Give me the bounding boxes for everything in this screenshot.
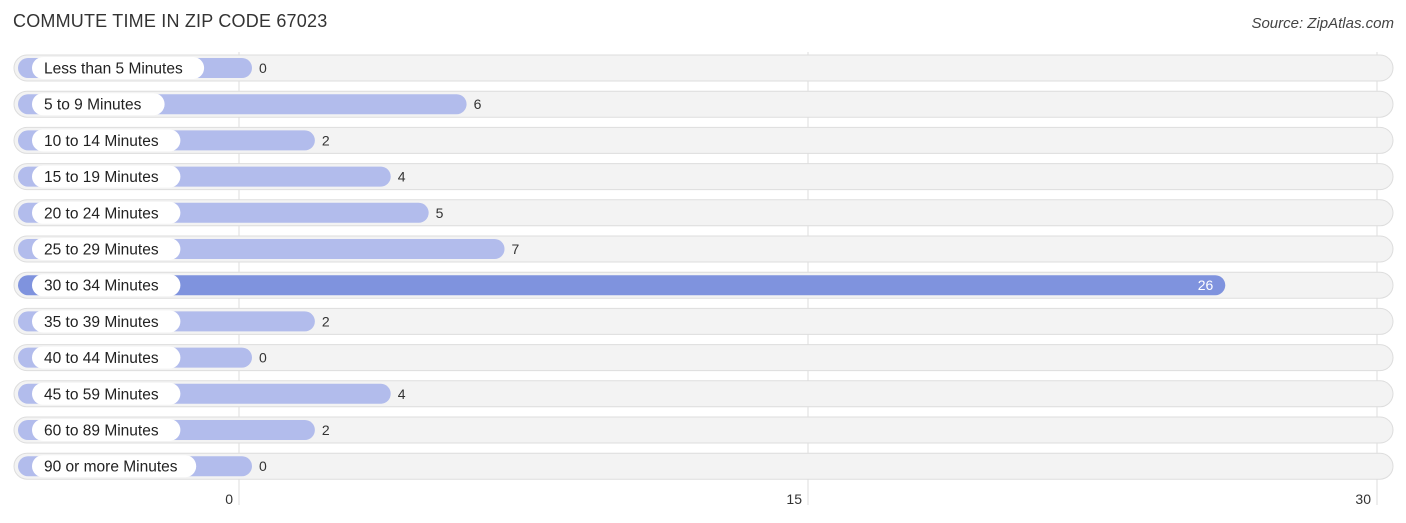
- value-label: 7: [512, 241, 520, 257]
- bar-row: 20 to 24 Minutes 5: [13, 199, 1394, 227]
- bar-row: 25 to 29 Minutes 7: [13, 235, 1394, 263]
- x-tick-label: 15: [786, 491, 802, 507]
- category-label: 10 to 14 Minutes: [44, 133, 159, 150]
- value-label: 0: [259, 458, 267, 474]
- category-label: 30 to 34 Minutes: [44, 278, 159, 295]
- bar[interactable]: [18, 275, 1226, 296]
- category-label: 60 to 89 Minutes: [44, 423, 159, 440]
- value-label: 0: [259, 60, 267, 76]
- x-axis-ticks: 0 15 30: [225, 491, 1371, 507]
- value-label: 4: [398, 169, 406, 185]
- category-label: 45 to 59 Minutes: [44, 386, 159, 403]
- bar-row: 10 to 14 Minutes 2: [13, 126, 1394, 154]
- category-label: 5 to 9 Minutes: [44, 97, 142, 114]
- value-label: 2: [322, 313, 330, 329]
- category-label: Less than 5 Minutes: [44, 61, 183, 78]
- x-tick-label: 30: [1355, 491, 1371, 507]
- bar-row: 45 to 59 Minutes 4: [13, 380, 1394, 408]
- bar-row: 40 to 44 Minutes 0: [13, 344, 1394, 372]
- value-label: 2: [322, 422, 330, 438]
- value-label: 4: [398, 386, 406, 402]
- value-label: 5: [436, 205, 444, 221]
- category-label: 35 to 39 Minutes: [44, 314, 159, 331]
- category-label: 40 to 44 Minutes: [44, 350, 159, 367]
- value-label: 2: [322, 132, 330, 148]
- value-label: 26: [1198, 277, 1214, 293]
- bar-chart: Less than 5 Minutes 0 5 to 9 Minutes 6 10 to…: [13, 52, 1394, 507]
- bar-rows: Less than 5 Minutes 0 5 to 9 Minutes 6 10 to…: [13, 54, 1394, 480]
- value-label: 0: [259, 350, 267, 366]
- bar-row: 35 to 39 Minutes 2: [13, 307, 1394, 335]
- x-tick-label: 0: [225, 491, 233, 507]
- category-label: 25 to 29 Minutes: [44, 242, 159, 259]
- value-label: 6: [474, 96, 482, 112]
- bar-row: 30 to 34 Minutes 26: [13, 271, 1394, 299]
- bar-row: 15 to 19 Minutes 4: [13, 163, 1394, 191]
- bar-row: 5 to 9 Minutes 6: [13, 90, 1394, 118]
- bar-row: 90 or more Minutes 0: [13, 452, 1394, 480]
- category-label: 20 to 24 Minutes: [44, 205, 159, 222]
- category-label: 15 to 19 Minutes: [44, 169, 159, 186]
- bar-row: 60 to 89 Minutes 2: [13, 416, 1394, 444]
- bar-row: Less than 5 Minutes 0: [13, 54, 1394, 82]
- category-label: 90 or more Minutes: [44, 459, 178, 476]
